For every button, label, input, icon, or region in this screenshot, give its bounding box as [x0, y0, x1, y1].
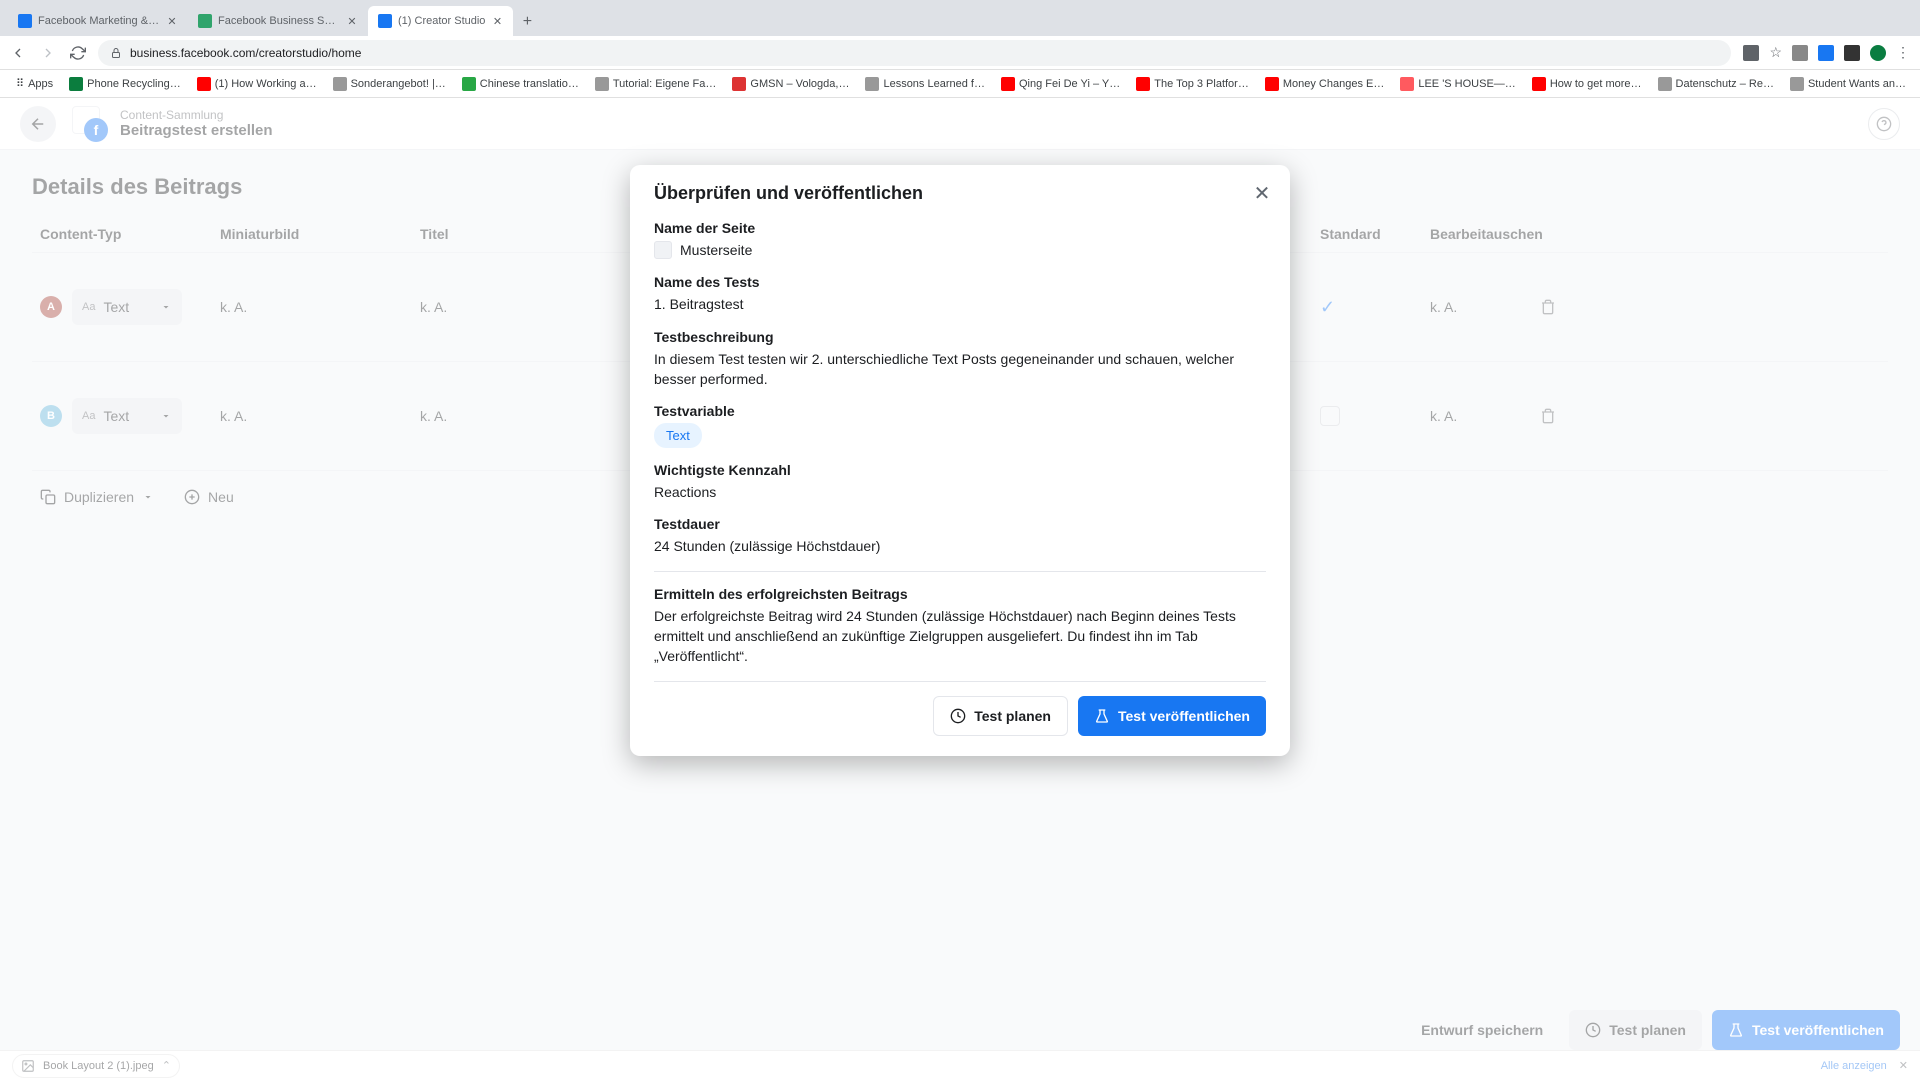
bookmark-item[interactable]: Lessons Learned f…	[859, 75, 991, 93]
variable-chip: Text	[654, 423, 702, 448]
new-tab-button[interactable]: +	[513, 8, 541, 36]
duration-value: 24 Stunden (zulässige Höchstdauer)	[654, 536, 1266, 556]
back-icon[interactable]	[10, 45, 26, 61]
modal-publish-button[interactable]: Test veröffentlichen	[1078, 696, 1266, 736]
bookmark-item[interactable]: GMSN – Vologda,…	[726, 75, 855, 93]
favicon-icon	[378, 14, 392, 28]
beaker-icon	[1094, 708, 1110, 724]
page-name-value: Musterseite	[680, 240, 752, 260]
bookmark-icon	[197, 77, 211, 91]
url-input[interactable]: business.facebook.com/creatorstudio/home	[98, 40, 1731, 66]
variable-label: Testvariable	[654, 403, 1266, 419]
ext-icon[interactable]	[1792, 45, 1808, 61]
bookmark-icon	[1001, 77, 1015, 91]
bookmark-item[interactable]: (1) How Working a…	[191, 75, 323, 93]
divider	[654, 571, 1266, 572]
bookmark-item[interactable]: Datenschutz – Re…	[1652, 75, 1780, 93]
favicon-icon	[198, 14, 212, 28]
lock-icon	[110, 47, 122, 59]
forward-icon[interactable]	[40, 45, 56, 61]
bookmark-item[interactable]: Chinese translatio…	[456, 75, 585, 93]
bookmark-item[interactable]: Sonderangebot! |…	[327, 75, 452, 93]
bookmark-icon	[1532, 77, 1546, 91]
reload-icon[interactable]	[70, 45, 86, 61]
ext-icon[interactable]	[1743, 45, 1759, 61]
browser-tab-active[interactable]: (1) Creator Studio ✕	[368, 6, 513, 36]
bookmark-item[interactable]: Money Changes E…	[1259, 75, 1391, 93]
bookmark-item[interactable]: Phone Recycling…	[63, 75, 187, 93]
bookmark-icon	[1658, 77, 1672, 91]
tab-title: Facebook Marketing & Werbe…	[38, 15, 160, 27]
bookmark-icon	[1265, 77, 1279, 91]
browser-tab-strip: Facebook Marketing & Werbe… ✕ Facebook B…	[0, 0, 1920, 36]
bookmark-item[interactable]: (2) How To Add A…	[1916, 75, 1920, 93]
bookmark-item[interactable]: ⠿Apps	[10, 75, 59, 92]
bookmark-icon	[865, 77, 879, 91]
bookmark-icon	[1400, 77, 1414, 91]
bookmark-icon	[1136, 77, 1150, 91]
ext-icon[interactable]	[1818, 45, 1834, 61]
favicon-icon	[18, 14, 32, 28]
menu-icon[interactable]: ⋮	[1896, 44, 1910, 61]
desc-label: Testbeschreibung	[654, 329, 1266, 345]
avatar-icon[interactable]	[1870, 45, 1886, 61]
ext-icon[interactable]	[1844, 45, 1860, 61]
review-publish-modal: ✕ Überprüfen und veröffentlichen Name de…	[630, 165, 1290, 756]
modal-schedule-button[interactable]: Test planen	[933, 696, 1068, 736]
bookmarks-bar: ⠿Apps Phone Recycling… (1) How Working a…	[0, 70, 1920, 98]
winner-label: Ermitteln des erfolgreichsten Beitrags	[654, 586, 1266, 602]
address-bar: business.facebook.com/creatorstudio/home…	[0, 36, 1920, 70]
winner-text: Der erfolgreichste Beitrag wird 24 Stund…	[654, 606, 1266, 667]
tab-title: (1) Creator Studio	[398, 15, 485, 27]
browser-tab[interactable]: Facebook Marketing & Werbe… ✕	[8, 6, 188, 36]
close-button[interactable]: ✕	[1248, 179, 1276, 207]
bookmark-icon	[462, 77, 476, 91]
apps-icon: ⠿	[16, 77, 24, 90]
bookmark-item[interactable]: How to get more…	[1526, 75, 1648, 93]
divider	[654, 681, 1266, 682]
page-avatar	[654, 241, 672, 259]
clock-icon	[950, 708, 966, 724]
bookmark-item[interactable]: Tutorial: Eigene Fa…	[589, 75, 723, 93]
bookmark-icon	[69, 77, 83, 91]
close-icon[interactable]: ✕	[346, 15, 358, 27]
bookmark-icon	[333, 77, 347, 91]
bookmark-icon	[1790, 77, 1804, 91]
bookmark-item[interactable]: The Top 3 Platfor…	[1130, 75, 1255, 93]
bookmark-item[interactable]: LEE 'S HOUSE—…	[1394, 75, 1521, 93]
url-text: business.facebook.com/creatorstudio/home	[130, 46, 361, 60]
test-name-value: 1. Beitragstest	[654, 294, 1266, 314]
metric-value: Reactions	[654, 482, 1266, 502]
page-name-label: Name der Seite	[654, 220, 1266, 236]
bookmark-icon	[595, 77, 609, 91]
star-icon[interactable]: ☆	[1769, 44, 1782, 61]
bookmark-icon	[732, 77, 746, 91]
desc-value: In diesem Test testen wir 2. unterschied…	[654, 349, 1266, 390]
metric-label: Wichtigste Kennzahl	[654, 462, 1266, 478]
duration-label: Testdauer	[654, 516, 1266, 532]
bookmark-item[interactable]: Qing Fei De Yi – Y…	[995, 75, 1126, 93]
bookmark-item[interactable]: Student Wants an…	[1784, 75, 1912, 93]
tab-title: Facebook Business Suite	[218, 15, 340, 27]
browser-tab[interactable]: Facebook Business Suite ✕	[188, 6, 368, 36]
extension-icons: ☆ ⋮	[1743, 44, 1910, 61]
test-name-label: Name des Tests	[654, 274, 1266, 290]
close-icon[interactable]: ✕	[166, 15, 178, 27]
close-icon[interactable]: ✕	[491, 15, 503, 27]
modal-title: Überprüfen und veröffentlichen	[654, 183, 1266, 204]
